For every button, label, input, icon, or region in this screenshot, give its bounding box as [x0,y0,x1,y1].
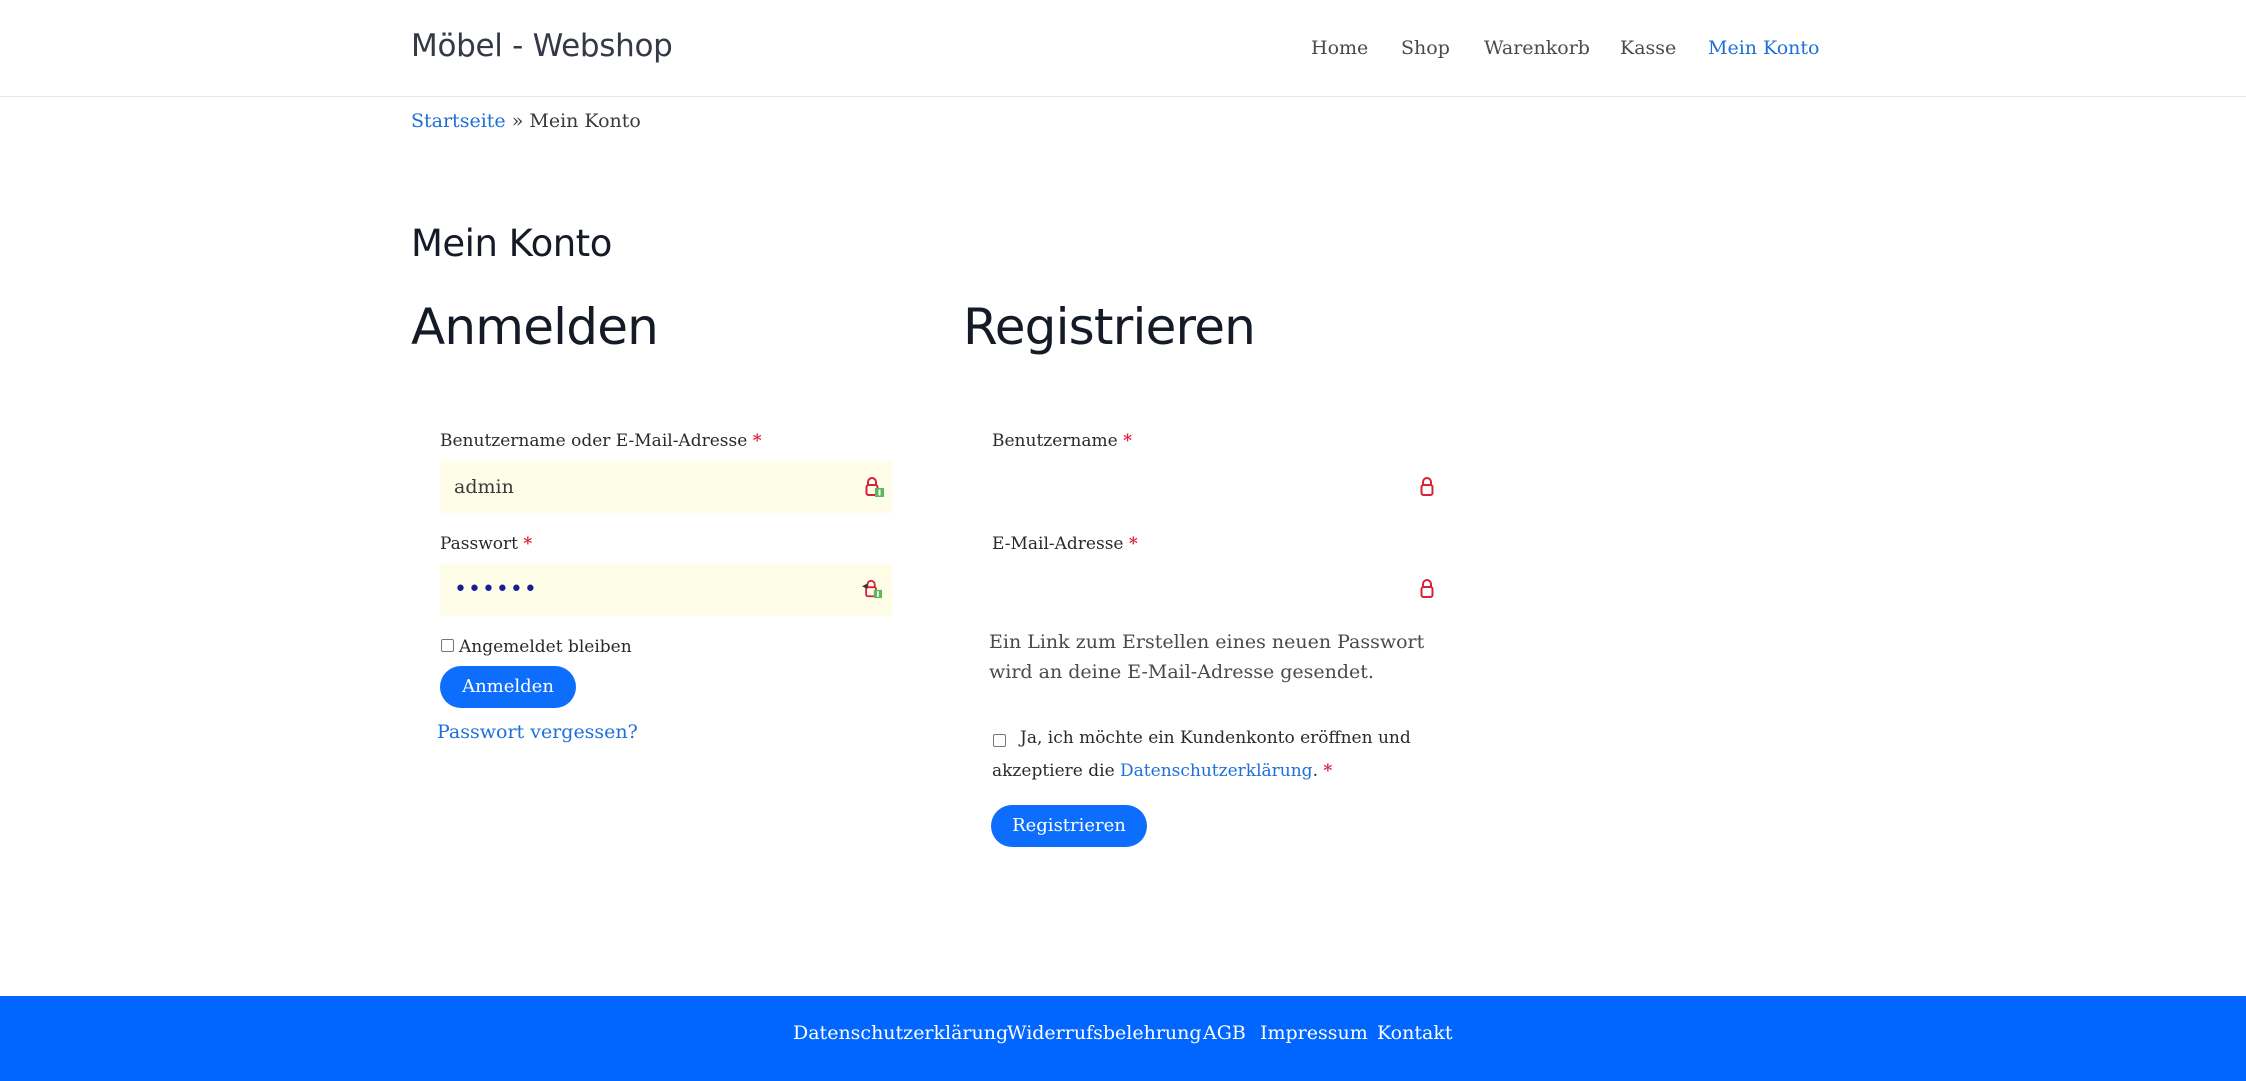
footer-link-agb[interactable]: AGB [1203,1022,1246,1044]
register-button[interactable]: Registrieren [991,805,1147,847]
consent-text-end: . [1312,761,1318,781]
breadcrumb-separator: » [511,110,524,132]
login-password-label-text: Passwort [440,534,519,554]
nav-mein-konto[interactable]: Mein Konto [1708,37,1820,59]
site-header: Möbel - Webshop Home Shop Warenkorb Kass… [0,0,2246,97]
login-password-value: •••••• [454,577,538,602]
footer-link-datenschutz[interactable]: Datenschutzerklärung [793,1022,1008,1044]
required-marker: * [523,534,533,554]
footer-link-widerruf[interactable]: Widerrufsbelehrung [1007,1022,1202,1044]
password-manager-lock-icon[interactable] [864,476,884,498]
privacy-policy-link[interactable]: Datenschutzerklärung [1120,761,1313,781]
lost-password-link[interactable]: Passwort vergessen? [437,721,638,743]
consent-text: Ja, ich möchte ein Kundenkonto eröffnen … [992,722,1422,788]
remember-me-checkbox[interactable] [441,639,454,652]
register-username-label: Benutzername * [992,431,1132,451]
breadcrumb: Startseite » Mein Konto [411,110,641,132]
register-username-input[interactable] [992,461,1444,513]
breadcrumb-current: Mein Konto [529,110,641,132]
password-manager-lock-icon[interactable] [1418,476,1438,498]
footer-link-impressum[interactable]: Impressum [1260,1022,1368,1044]
breadcrumb-home-link[interactable]: Startseite [411,110,506,132]
nav-warenkorb[interactable]: Warenkorb [1484,37,1590,59]
nav-kasse[interactable]: Kasse [1620,37,1676,59]
login-password-input[interactable]: •••••• [440,564,892,616]
page-title: Mein Konto [411,222,612,265]
required-marker: * [752,431,762,451]
site-title[interactable]: Möbel - Webshop [411,28,673,64]
login-password-label: Passwort * [440,534,532,554]
login-username-label-text: Benutzername oder E-Mail-Adresse [440,431,748,451]
register-heading: Registrieren [963,298,1256,356]
login-username-value: admin [454,476,514,498]
footer-link-kontakt[interactable]: Kontakt [1377,1022,1452,1044]
login-button[interactable]: Anmelden [440,666,576,708]
site-footer: Datenschutzerklärung Widerrufsbelehrung … [0,996,2246,1081]
password-manager-lock-icon[interactable] [862,578,882,600]
login-heading: Anmelden [411,298,659,356]
required-marker: * [1128,534,1138,554]
register-email-label: E-Mail-Adresse * [992,534,1138,554]
register-email-label-text: E-Mail-Adresse [992,534,1124,554]
nav-shop[interactable]: Shop [1401,37,1450,59]
login-username-input[interactable]: admin [440,461,892,513]
register-email-input[interactable] [992,564,1444,616]
login-username-label: Benutzername oder E-Mail-Adresse * [440,431,762,451]
nav-home[interactable]: Home [1311,37,1368,59]
register-username-label-text: Benutzername [992,431,1118,451]
required-marker: * [1123,431,1132,451]
password-manager-lock-icon[interactable] [1418,578,1438,600]
password-link-note: Ein Link zum Erstellen eines neuen Passw… [989,631,1425,683]
required-marker: * [1323,761,1333,781]
remember-me-label[interactable]: Angemeldet bleiben [459,637,632,657]
